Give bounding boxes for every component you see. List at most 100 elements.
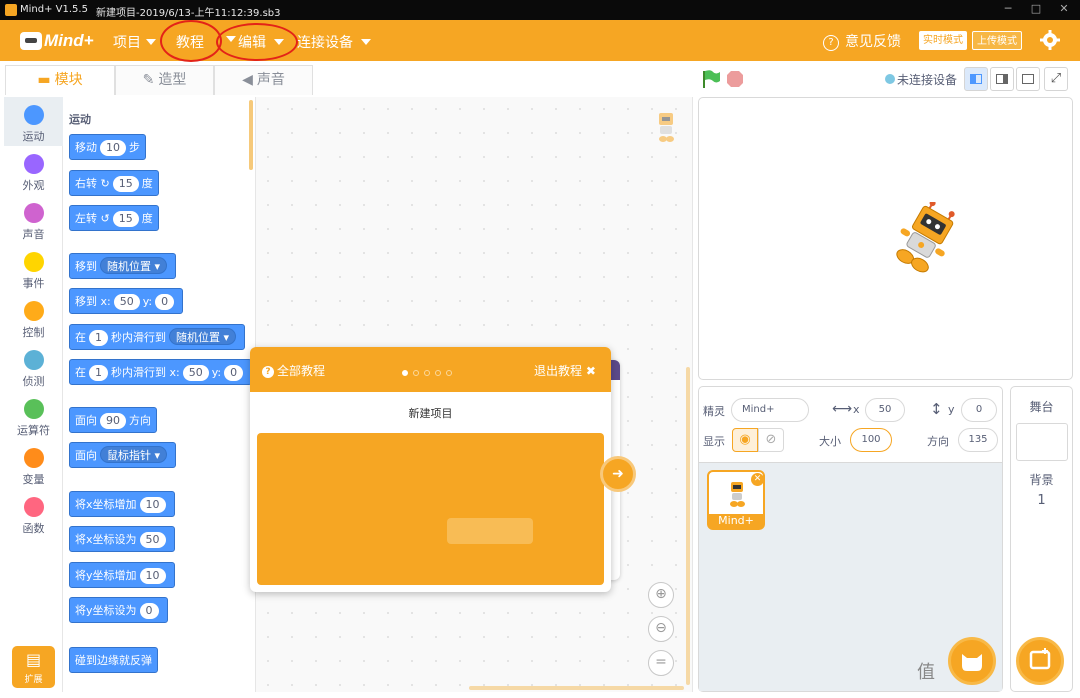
step-dot[interactable]: [413, 370, 419, 376]
size-input[interactable]: 100: [850, 428, 892, 452]
all-tutorials-button[interactable]: ? 全部教程: [262, 362, 325, 379]
large-stage-button[interactable]: [990, 67, 1014, 91]
add-backdrop-button[interactable]: [1016, 637, 1064, 685]
fullscreen-button[interactable]: ⤢: [1044, 67, 1068, 91]
category-events[interactable]: 事件: [4, 244, 63, 293]
block-set-x[interactable]: 将x坐标设为 50: [69, 526, 175, 552]
small-stage-button[interactable]: [964, 67, 988, 91]
category-dot-functions: [23, 497, 44, 517]
x-position-input[interactable]: 50: [865, 398, 905, 422]
exit-tutorial-label: 退出教程: [534, 364, 583, 378]
palette-section-title: 运动: [69, 113, 91, 126]
sprite-tile-mindplus[interactable]: ✕ Mind+: [707, 470, 765, 530]
category-control[interactable]: 控制: [4, 293, 63, 342]
block-input[interactable]: 50: [113, 294, 140, 310]
block-input[interactable]: 1: [89, 365, 108, 381]
block-text: 将y坐标增加: [75, 569, 137, 582]
block-input[interactable]: 10: [139, 568, 166, 584]
step-dot[interactable]: [402, 370, 408, 376]
category-variables[interactable]: 变量: [4, 440, 63, 489]
category-sensing[interactable]: 侦测: [4, 342, 63, 391]
category-motion[interactable]: 运动: [4, 97, 63, 146]
gear-icon[interactable]: [1039, 29, 1061, 51]
workspace-vscrollbar[interactable]: [686, 367, 690, 685]
block-input[interactable]: 10: [100, 140, 126, 156]
extension-button[interactable]: ▤ 扩展: [12, 646, 55, 688]
zoom-out-button[interactable]: ⊖: [648, 616, 674, 642]
full-layout-button[interactable]: [1016, 67, 1040, 91]
block-input[interactable]: 0: [139, 603, 159, 619]
step-dot[interactable]: [435, 370, 441, 376]
block-input[interactable]: 15: [112, 176, 139, 192]
menu-connect-device[interactable]: 连接设备: [297, 32, 371, 52]
zoom-reset-button[interactable]: =: [648, 650, 674, 676]
tutorial-next-button[interactable]: ➜: [600, 456, 636, 492]
delete-sprite-icon[interactable]: ✕: [751, 473, 764, 486]
step-dot[interactable]: [424, 370, 430, 376]
tab-code[interactable]: ▬ 模块: [5, 65, 115, 95]
minimize-button[interactable]: ─: [994, 2, 1022, 16]
highlight-circle-edit: [216, 23, 298, 61]
block-move-steps[interactable]: 移动 10 步: [69, 134, 146, 160]
y-position-input[interactable]: 0: [961, 398, 997, 422]
block-dropdown[interactable]: 随机位置 ▾: [100, 257, 168, 274]
block-change-x[interactable]: 将x坐标增加 10: [69, 491, 175, 517]
mindplus-robot-sprite[interactable]: [884, 200, 964, 282]
block-point-towards[interactable]: 面向 鼠标指针 ▾: [69, 442, 177, 468]
tab-costumes[interactable]: ✎ 造型: [115, 65, 214, 95]
exit-tutorial-button[interactable]: 退出教程 ✖: [534, 362, 596, 379]
upload-mode-button[interactable]: 上传模式: [972, 31, 1022, 50]
block-input[interactable]: 1: [89, 330, 108, 346]
workspace-hscrollbar[interactable]: [469, 686, 684, 690]
menu-project[interactable]: 项目: [113, 32, 156, 52]
tab-sounds[interactable]: ◀ 声音: [214, 65, 313, 95]
hide-sprite-eye-icon[interactable]: ⊘: [758, 428, 784, 452]
block-change-y[interactable]: 将y坐标增加 10: [69, 562, 175, 588]
backdrop-label: 背景: [1029, 473, 1054, 487]
stage-canvas[interactable]: [698, 97, 1073, 380]
direction-input[interactable]: 135: [958, 428, 998, 452]
block-input[interactable]: 10: [139, 497, 166, 513]
block-text: 将x坐标增加: [75, 498, 137, 511]
block-input[interactable]: 0: [224, 365, 244, 381]
green-flag-button[interactable]: [700, 69, 722, 89]
realtime-mode-button[interactable]: 实时模式: [919, 31, 967, 50]
block-input[interactable]: 90: [100, 413, 126, 429]
block-input[interactable]: 50: [139, 532, 166, 548]
block-text: 移动: [75, 141, 97, 154]
status-dot-icon: [885, 74, 895, 84]
block-goto[interactable]: 移到 随机位置 ▾: [69, 253, 177, 279]
block-input[interactable]: 50: [182, 365, 209, 381]
block-text: 将x坐标设为: [75, 533, 137, 546]
category-dot-events: [23, 252, 44, 272]
zoom-in-button[interactable]: ⊕: [648, 582, 674, 608]
maximize-button[interactable]: □: [1022, 2, 1050, 16]
category-dot-sensing: [23, 350, 44, 370]
category-functions[interactable]: 函数: [4, 489, 63, 538]
step-dot[interactable]: [446, 370, 452, 376]
close-window-button[interactable]: ✕: [1050, 2, 1078, 16]
block-turn-left[interactable]: 左转 ↺ 15 度: [69, 205, 159, 231]
sprite-name-input[interactable]: Mind+: [731, 398, 809, 422]
block-glide-xy[interactable]: 在 1 秒内滑行到 x: 50 y: 0: [69, 359, 253, 385]
category-looks[interactable]: 外观: [4, 146, 63, 195]
block-input[interactable]: 15: [112, 211, 139, 227]
feedback-button[interactable]: ? 意见反馈: [823, 31, 901, 51]
block-turn-right[interactable]: 右转 ↻ 15 度: [69, 170, 159, 196]
block-goto-xy[interactable]: 移到 x: 50 y: 0: [69, 288, 184, 314]
block-glide-random[interactable]: 在 1 秒内滑行到 随机位置 ▾: [69, 324, 246, 350]
block-point-direction[interactable]: 面向 90 方向: [69, 407, 157, 433]
block-set-y[interactable]: 将y坐标设为 0: [69, 597, 168, 623]
show-sprite-eye-icon[interactable]: ◉: [732, 428, 758, 452]
stop-button[interactable]: [726, 70, 744, 88]
add-sprite-button[interactable]: [948, 637, 996, 685]
category-operators[interactable]: 运算符: [4, 391, 63, 440]
block-input[interactable]: 0: [155, 294, 175, 310]
block-bounce-edge[interactable]: 碰到边缘就反弹: [69, 647, 158, 673]
stage-thumbnail[interactable]: [1015, 423, 1068, 461]
block-dropdown[interactable]: 随机位置 ▾: [169, 328, 237, 345]
block-dropdown[interactable]: 鼠标指针 ▾: [100, 446, 168, 463]
category-sound[interactable]: 声音: [4, 195, 63, 244]
category-dot-variables: [23, 448, 44, 468]
palette-scrollbar[interactable]: [249, 100, 253, 170]
